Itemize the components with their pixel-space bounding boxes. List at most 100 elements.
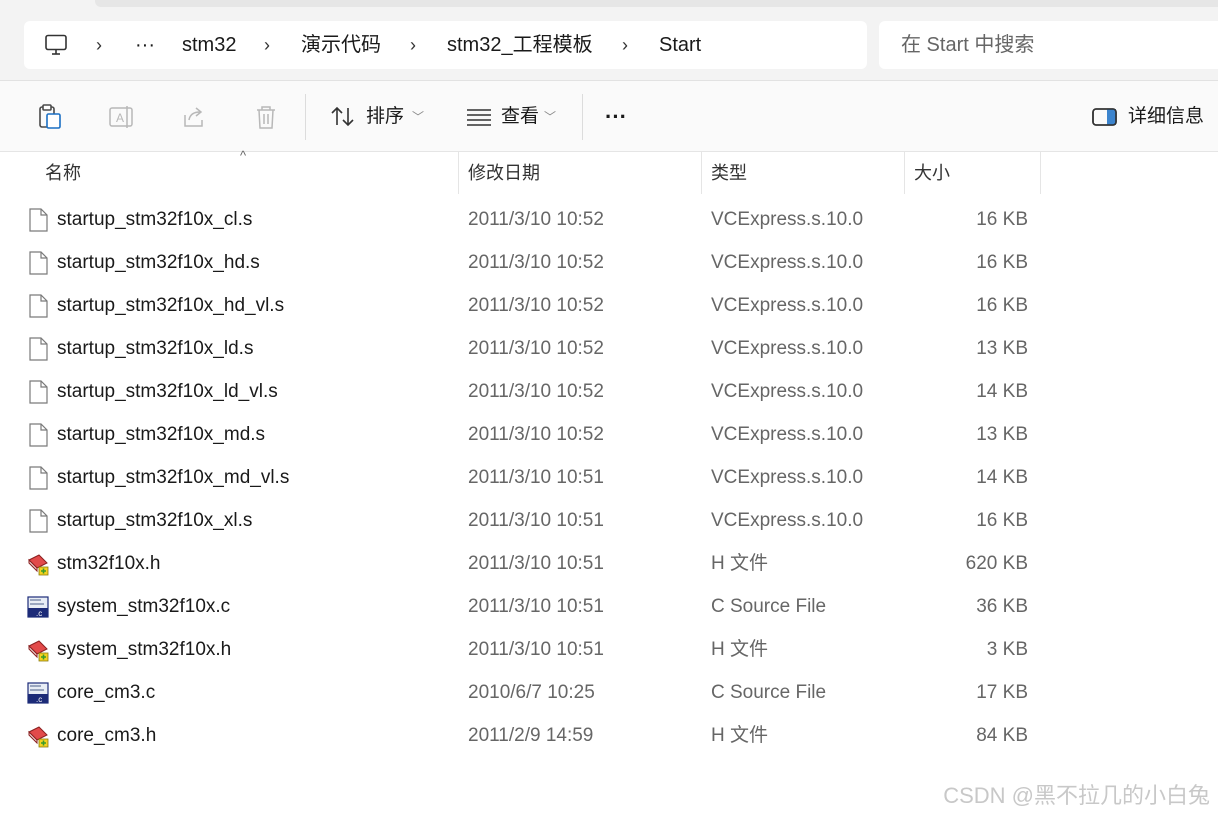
table-row[interactable]: startup_stm32f10x_ld.s 2011/3/10 10:52 VCE… bbox=[0, 327, 1218, 370]
column-divider[interactable] bbox=[701, 152, 702, 194]
column-divider[interactable] bbox=[458, 152, 459, 194]
search-input[interactable]: 在 Start 中搜索 bbox=[879, 21, 1218, 69]
file-name: stm32f10x.h bbox=[57, 553, 161, 574]
chevron-down-icon: ﹀ bbox=[544, 110, 557, 124]
header-file-icon bbox=[27, 638, 49, 662]
file-name: core_cm3.c bbox=[57, 682, 156, 703]
c-source-file-icon: .c bbox=[27, 595, 49, 619]
file-size: 17 KB bbox=[976, 682, 1028, 703]
file-modified-date: 2011/3/10 10:52 bbox=[468, 338, 604, 359]
details-label: 详细信息 bbox=[1128, 106, 1205, 127]
chevron-right-icon: › bbox=[622, 35, 628, 55]
header-file-icon bbox=[27, 724, 49, 748]
breadcrumb-item-demo-code[interactable]: 演示代码 bbox=[301, 21, 381, 69]
details-pane-button[interactable]: 详细信息 bbox=[1090, 95, 1210, 139]
blank-file-icon bbox=[27, 509, 49, 533]
column-header-size[interactable]: 大小 bbox=[914, 152, 950, 194]
svg-text:A: A bbox=[116, 111, 124, 125]
file-name: startup_stm32f10x_md.s bbox=[57, 424, 266, 445]
file-size: 620 KB bbox=[965, 553, 1028, 574]
more-options-button[interactable]: ··· bbox=[605, 95, 627, 139]
c-source-file-icon: .c bbox=[27, 681, 49, 705]
chevron-right-icon: › bbox=[264, 35, 270, 55]
file-type: VCExpress.s.10.0 bbox=[711, 252, 864, 273]
file-name: startup_stm32f10x_ld.s bbox=[57, 338, 254, 359]
file-modified-date: 2011/3/10 10:51 bbox=[468, 596, 604, 617]
table-row[interactable]: startup_stm32f10x_hd_vl.s 2011/3/10 10:52… bbox=[0, 284, 1218, 327]
file-name: startup_stm32f10x_ld_vl.s bbox=[57, 381, 278, 402]
toolbar-divider bbox=[582, 94, 583, 140]
breadcrumb-item-stm32[interactable]: stm32 bbox=[182, 21, 236, 69]
command-bar: A 排序 ﹀ 查看 ﹀ ··· 详细信息 bbox=[0, 81, 1218, 152]
file-modified-date: 2011/3/10 10:51 bbox=[468, 510, 604, 531]
file-type: H 文件 bbox=[711, 639, 769, 660]
file-size: 14 KB bbox=[976, 467, 1028, 488]
file-size: 84 KB bbox=[976, 725, 1028, 746]
file-size: 16 KB bbox=[976, 209, 1028, 230]
table-row[interactable]: startup_stm32f10x_cl.s 2011/3/10 10:52 VCE… bbox=[0, 198, 1218, 241]
file-size: 14 KB bbox=[976, 381, 1028, 402]
file-size: 16 KB bbox=[976, 510, 1028, 531]
table-row[interactable]: core_cm3.h 2011/2/9 14:59 H 文件 84 KB bbox=[0, 714, 1218, 757]
file-size: 16 KB bbox=[976, 252, 1028, 273]
search-placeholder: 在 Start 中搜索 bbox=[901, 34, 1035, 56]
table-row[interactable]: .c core_cm3.c 2010/6/7 10:25 C Source File 1… bbox=[0, 671, 1218, 714]
file-modified-date: 2011/2/9 14:59 bbox=[468, 725, 594, 746]
file-name: startup_stm32f10x_hd_vl.s bbox=[57, 295, 285, 316]
share-icon[interactable] bbox=[180, 103, 208, 131]
rename-icon[interactable]: A bbox=[107, 103, 135, 131]
breadcrumb-overflow[interactable]: ··· bbox=[135, 21, 155, 69]
this-pc-icon[interactable] bbox=[44, 34, 68, 56]
table-row[interactable]: startup_stm32f10x_ld_vl.s 2011/3/10 10:52… bbox=[0, 370, 1218, 413]
file-size: 13 KB bbox=[976, 338, 1028, 359]
header-file-icon bbox=[27, 552, 49, 576]
column-divider[interactable] bbox=[904, 152, 905, 194]
file-size: 13 KB bbox=[976, 424, 1028, 445]
file-type: VCExpress.s.10.0 bbox=[711, 424, 864, 445]
column-divider[interactable] bbox=[1040, 152, 1041, 194]
table-row[interactable]: .c system_stm32f10x.c 2011/3/10 10:51 C Sou… bbox=[0, 585, 1218, 628]
breadcrumb[interactable]: › ··· stm32 › 演示代码 › stm32_工程模板 › Start bbox=[24, 21, 867, 69]
column-header-type[interactable]: 类型 bbox=[711, 152, 747, 194]
blank-file-icon bbox=[27, 251, 49, 275]
chevron-down-icon: ﹀ bbox=[412, 110, 425, 124]
file-name: system_stm32f10x.c bbox=[57, 596, 231, 617]
blank-file-icon bbox=[27, 423, 49, 447]
file-modified-date: 2011/3/10 10:51 bbox=[468, 467, 604, 488]
breadcrumb-item-project-template[interactable]: stm32_工程模板 bbox=[447, 21, 593, 69]
column-header-row: ^ 名称 修改日期 类型 大小 bbox=[0, 148, 1218, 194]
delete-icon[interactable] bbox=[252, 103, 280, 131]
sort-ascending-icon: ^ bbox=[240, 148, 247, 163]
file-size: 36 KB bbox=[976, 596, 1028, 617]
table-row[interactable]: stm32f10x.h 2011/3/10 10:51 H 文件 620 KB bbox=[0, 542, 1218, 585]
file-name: system_stm32f10x.h bbox=[57, 639, 232, 660]
svg-text:.c: .c bbox=[36, 609, 42, 618]
chevron-right-icon: › bbox=[96, 35, 102, 55]
file-name: core_cm3.h bbox=[57, 725, 157, 746]
file-modified-date: 2010/6/7 10:25 bbox=[468, 682, 595, 703]
sort-button[interactable]: 排序 ﹀ bbox=[328, 95, 428, 139]
table-row[interactable]: startup_stm32f10x_md.s 2011/3/10 10:52 VCE… bbox=[0, 413, 1218, 456]
address-bar-area: › ··· stm32 › 演示代码 › stm32_工程模板 › Start … bbox=[0, 0, 1218, 81]
file-type: VCExpress.s.10.0 bbox=[711, 467, 864, 488]
column-header-date[interactable]: 修改日期 bbox=[468, 152, 540, 194]
paste-icon[interactable] bbox=[36, 103, 64, 131]
file-type: H 文件 bbox=[711, 725, 769, 746]
file-name: startup_stm32f10x_hd.s bbox=[57, 252, 260, 273]
table-row[interactable]: startup_stm32f10x_md_vl.s 2011/3/10 10:51… bbox=[0, 456, 1218, 499]
view-label: 查看 bbox=[501, 106, 540, 127]
file-size: 3 KB bbox=[986, 639, 1028, 660]
file-modified-date: 2011/3/10 10:52 bbox=[468, 209, 604, 230]
file-name: startup_stm32f10x_xl.s bbox=[57, 510, 253, 531]
watermark: CSDN @黑不拉几的小白兔 bbox=[943, 783, 1210, 808]
table-row[interactable]: startup_stm32f10x_xl.s 2011/3/10 10:51 VCE… bbox=[0, 499, 1218, 542]
file-modified-date: 2011/3/10 10:51 bbox=[468, 639, 604, 660]
file-name: startup_stm32f10x_cl.s bbox=[57, 209, 253, 230]
table-row[interactable]: startup_stm32f10x_hd.s 2011/3/10 10:52 VCE… bbox=[0, 241, 1218, 284]
view-button[interactable]: 查看 ﹀ bbox=[464, 95, 564, 139]
view-list-icon bbox=[467, 109, 491, 126]
column-header-name[interactable]: 名称 bbox=[45, 152, 81, 194]
file-type: VCExpress.s.10.0 bbox=[711, 209, 864, 230]
table-row[interactable]: system_stm32f10x.h 2011/3/10 10:51 H 文件 3 K… bbox=[0, 628, 1218, 671]
breadcrumb-item-start[interactable]: Start bbox=[659, 21, 701, 69]
